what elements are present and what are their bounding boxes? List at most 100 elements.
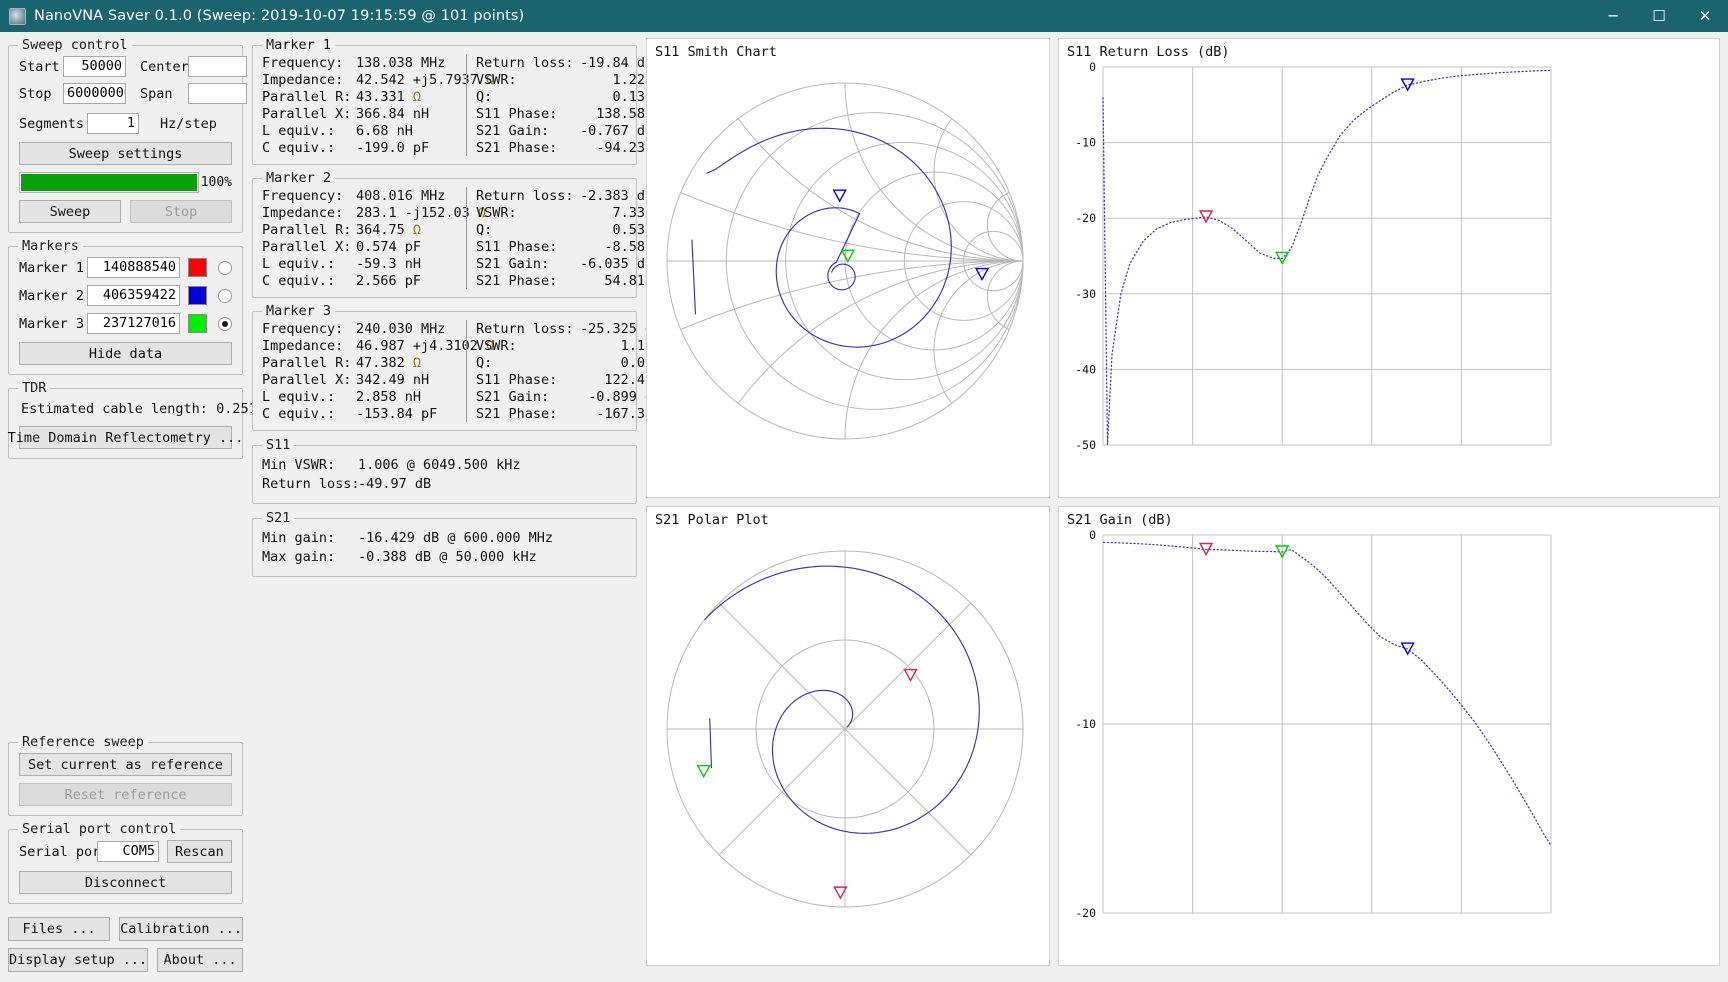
span-label: Span	[140, 85, 173, 102]
marker-3-label: Marker 3	[19, 315, 85, 332]
smith-chart[interactable]: S11 Smith Chart	[646, 38, 1050, 498]
marker-3-radio[interactable]	[218, 316, 232, 331]
marker-1-color-swatch[interactable]	[188, 258, 207, 277]
stop-input[interactable]: 600000000	[63, 83, 126, 104]
application-window: NanoVNA Saver 0.1.0 (Sweep: 2019-10-07 1…	[0, 0, 1728, 982]
svg-text:-20: -20	[1075, 211, 1096, 225]
display-setup-button[interactable]: Display setup ...	[8, 948, 149, 972]
marker-2-color-swatch[interactable]	[188, 286, 207, 305]
marker-1-parallel-x: Parallel X: 366.84 nH	[262, 105, 430, 122]
svg-text:-30: -30	[1075, 287, 1096, 301]
s21-gain-chart[interactable]: S21 Gain (dB) 0-10-2050k120.0M240.0M360.…	[1058, 506, 1720, 966]
files-button[interactable]: Files ...	[8, 917, 111, 941]
marker-row-3: Marker 3 237127016	[19, 313, 232, 334]
sweep-progress-percent: 100%	[200, 175, 232, 190]
serial-port-input[interactable]: COM5	[97, 841, 159, 862]
marker-2-parallel-x: Parallel X: 0.574 pF	[262, 238, 422, 255]
sweep-button[interactable]: Sweep	[19, 200, 121, 223]
sweep-settings-button[interactable]: Sweep settings	[19, 142, 232, 165]
s21-polar-canvas[interactable]	[647, 507, 1049, 917]
marker-2-l-equiv: L equiv.: -59.3 nH	[262, 255, 422, 272]
marker-2-left-column: Frequency: 408.016 MHz Impedance: 283.1 -j…	[262, 187, 486, 289]
markers-title: Markers	[18, 238, 83, 254]
serial-port-title: Serial port control	[18, 821, 181, 837]
marker-2-input[interactable]: 406359422	[87, 285, 180, 306]
svg-text:0: 0	[1089, 528, 1096, 542]
tdr-title: TDR	[18, 380, 51, 396]
s21-polar-chart[interactable]: S21 Polar Plot	[646, 506, 1050, 966]
marker-1-parallel-r: Parallel R: 43.331 Ω	[262, 88, 422, 105]
marker-1-impedance: Impedance: 42.542 +j5.7937 Ω	[262, 71, 495, 88]
s21-gain-canvas[interactable]: 0-10-2050k120.0M240.0M360.0M480.0M600.0M	[1059, 507, 1583, 917]
marker-3-parallel-x: Parallel X: 342.49 nH	[262, 371, 430, 388]
sweep-progress-bar	[19, 172, 199, 193]
s21-gain-title: S21 Gain (dB)	[1067, 512, 1173, 528]
marker-1-input[interactable]: 140888540	[87, 257, 180, 278]
start-input[interactable]: 50000	[63, 56, 126, 77]
ohm-symbol: Ω	[412, 354, 422, 371]
s21-summary-title: S21	[262, 510, 295, 526]
marker-2-parallel-r: Parallel R: 364.75 Ω	[262, 221, 422, 238]
reference-sweep-title: Reference sweep	[18, 734, 148, 750]
marker-1-c-equiv: C equiv.: -199.0 pF	[262, 139, 430, 156]
svg-text:-40: -40	[1075, 362, 1096, 376]
app-icon	[9, 7, 26, 25]
chart-row-bottom: S21 Polar Plot S21 Gain (dB) 0-10-2050k1…	[646, 506, 1720, 974]
marker-3-color-swatch[interactable]	[188, 314, 207, 333]
window-controls: ─ ☐ ✕	[1590, 0, 1728, 32]
smith-chart-canvas[interactable]	[647, 39, 1049, 449]
marker-1-group: Marker 1 Frequency: 138.038 MHz Impedance…	[252, 37, 653, 165]
marker-2-radio[interactable]	[218, 288, 232, 303]
rescan-button[interactable]: Rescan	[167, 840, 232, 863]
hz-step-label: Hz/step	[160, 115, 217, 132]
window-title: NanoVNA Saver 0.1.0 (Sweep: 2019-10-07 1…	[34, 8, 525, 24]
marker-1-radio[interactable]	[218, 260, 232, 275]
marker-2-frequency: Frequency: 408.016 MHz	[262, 187, 446, 204]
serial-port-group: Serial port control Serial port COM5 Res…	[8, 821, 243, 904]
svg-text:-50: -50	[1075, 438, 1096, 449]
segments-input[interactable]: 1	[87, 113, 139, 134]
reset-reference-button[interactable]: Reset reference	[19, 783, 232, 806]
set-reference-button[interactable]: Set current as reference	[19, 753, 232, 776]
start-label: Start	[19, 58, 60, 75]
marker-2-c-equiv: C equiv.: 2.566 pF	[262, 272, 422, 289]
s21-max-gain: Max gain: -0.388 dB @ 50.000 kHz	[262, 548, 537, 565]
span-input[interactable]	[188, 83, 247, 104]
marker-1-l-equiv: L equiv.: 6.68 nH	[262, 122, 413, 139]
s11-summary-group: S11 Min VSWR: 1.006 @ 6049.500 kHz Return…	[252, 437, 637, 504]
marker-3-impedance: Impedance: 46.987 +j4.3102 Ω	[262, 337, 495, 354]
marker-3-l-equiv: L equiv.: 2.858 nH	[262, 388, 422, 405]
marker-1-group-title: Marker 1	[262, 37, 336, 53]
ohm-symbol: Ω	[412, 88, 422, 105]
reference-sweep-group: Reference sweep Set current as reference…	[8, 734, 243, 816]
sweep-control-group: Sweep control Start 50000 Stop 600000000	[8, 37, 247, 233]
close-icon[interactable]: ✕	[1682, 0, 1728, 32]
svg-text:-20: -20	[1075, 906, 1096, 917]
s11-return-loss-canvas[interactable]: 0-10-20-30-40-5050k120.0M240.0M360.0M480…	[1059, 39, 1583, 449]
marker-3-input[interactable]: 237127016	[87, 313, 180, 334]
hide-data-button[interactable]: Hide data	[19, 342, 232, 365]
marker-2-group-title: Marker 2	[262, 170, 336, 186]
s11-return-loss-chart[interactable]: S11 Return Loss (dB) 0-10-20-30-40-5050k…	[1058, 38, 1720, 498]
marker-3-group: Marker 3 Frequency: 240.030 MHz Impedance…	[252, 303, 661, 431]
title-bar: NanoVNA Saver 0.1.0 (Sweep: 2019-10-07 1…	[0, 0, 1728, 32]
calibration-button[interactable]: Calibration ...	[119, 917, 243, 941]
maximize-icon[interactable]: ☐	[1636, 0, 1682, 32]
marker-2-group: Marker 2 Frequency: 408.016 MHz Impedance…	[252, 170, 653, 298]
center-input[interactable]	[188, 56, 247, 77]
s11-return-loss-title: S11 Return Loss (dB)	[1067, 44, 1230, 60]
tdr-button[interactable]: Time Domain Reflectometry ...	[8, 426, 243, 449]
svg-text:0: 0	[1089, 60, 1096, 74]
marker-3-parallel-r: Parallel R: 47.382 Ω	[262, 354, 422, 371]
s21-summary-group: S21 Min gain: -16.429 dB @ 600.000 MHz Ma…	[252, 510, 637, 577]
about-button[interactable]: About ...	[157, 948, 243, 972]
svg-text:-10: -10	[1075, 136, 1096, 150]
minimize-icon[interactable]: ─	[1590, 0, 1636, 32]
svg-text:-10: -10	[1075, 717, 1096, 731]
s21-polar-title: S21 Polar Plot	[655, 512, 769, 528]
s11-min-vswr: Min VSWR: 1.006 @ 6049.500 kHz	[262, 456, 521, 473]
bottom-button-row-1: Files ... Calibration ...	[8, 917, 243, 941]
sweep-stop-button[interactable]: Stop	[130, 200, 232, 223]
marker-3-left-column: Frequency: 240.030 MHz Impedance: 46.987 +…	[262, 320, 495, 422]
disconnect-button[interactable]: Disconnect	[19, 871, 232, 894]
